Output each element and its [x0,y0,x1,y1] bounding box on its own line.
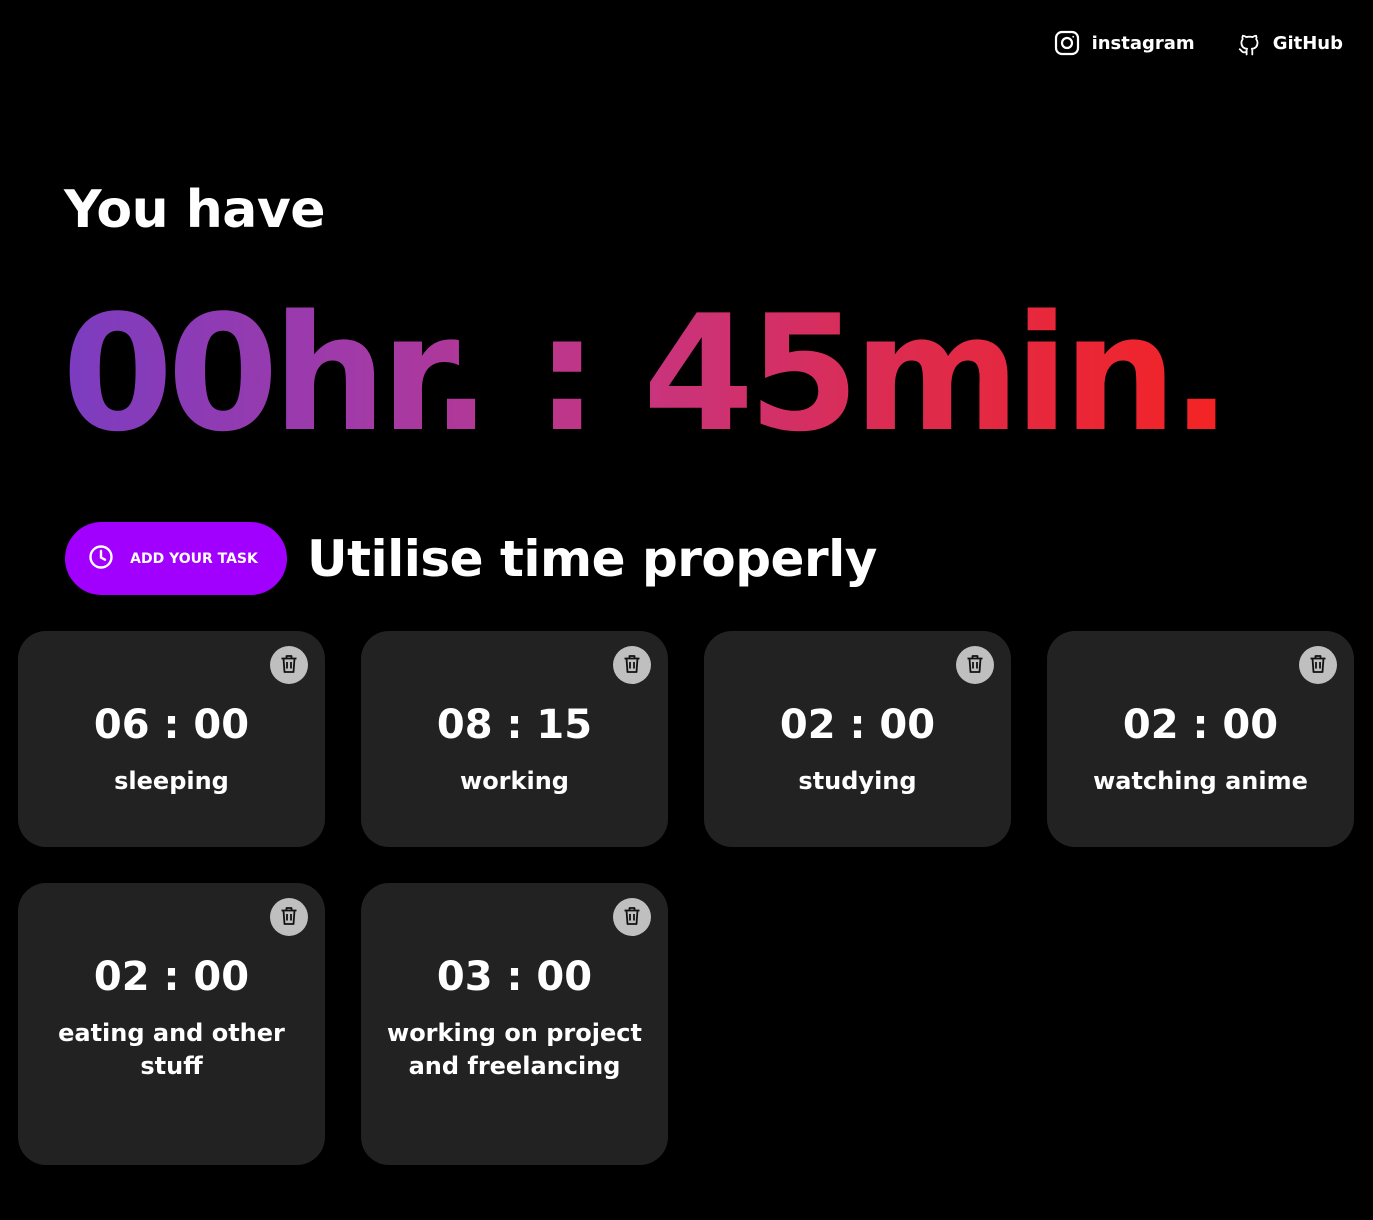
delete-task-button[interactable] [270,898,308,936]
trash-icon [280,906,298,929]
task-card: 02 : 00 studying [704,631,1011,847]
task-name: working on project and freelancing [387,1019,642,1081]
task-card: 06 : 00 sleeping [18,631,325,847]
task-duration: 02 : 00 [779,702,936,748]
trash-icon [966,654,984,677]
task-actions: ADD YOUR TASK Utilise time properly [65,522,877,595]
task-card: 03 : 00 working on project and freelanci… [361,883,668,1165]
instagram-icon [1054,30,1080,56]
delete-task-button[interactable] [613,898,651,936]
top-nav: instagram GitHub [1054,30,1343,56]
trash-icon [280,654,298,677]
task-list: 06 : 00 sleeping 08 : 15 working 02 : 00… [18,631,1358,1165]
trash-icon [1309,654,1327,677]
clock-icon [88,544,114,574]
task-duration: 02 : 00 [1122,702,1279,748]
task-name: working [460,767,569,795]
task-duration: 06 : 00 [93,702,250,748]
delete-task-button[interactable] [613,646,651,684]
add-task-label: ADD YOUR TASK [130,550,258,567]
task-name: sleeping [114,767,229,795]
task-name: studying [798,767,917,795]
task-duration: 03 : 00 [436,954,593,1000]
delete-task-button[interactable] [956,646,994,684]
page: instagram GitHub You have 00hr. : 45min.… [0,0,1373,1220]
task-card: 02 : 00 eating and other stuff [18,883,325,1165]
remaining-time: 00hr. : 45min. [62,280,1232,467]
instagram-link[interactable]: instagram [1054,30,1195,56]
github-link[interactable]: GitHub [1237,30,1343,56]
task-card: 02 : 00 watching anime [1047,631,1354,847]
task-card: 08 : 15 working [361,631,668,847]
task-duration: 08 : 15 [436,702,593,748]
trash-icon [623,654,641,677]
task-name: watching anime [1093,767,1308,795]
add-task-button[interactable]: ADD YOUR TASK [65,522,287,595]
delete-task-button[interactable] [270,646,308,684]
instagram-label: instagram [1091,32,1195,54]
github-label: GitHub [1272,32,1343,54]
intro-heading: You have [64,180,326,240]
task-duration: 02 : 00 [93,954,250,1000]
trash-icon [623,906,641,929]
task-name: eating and other stuff [58,1019,285,1081]
github-icon [1237,30,1261,56]
tagline: Utilise time properly [307,529,877,588]
delete-task-button[interactable] [1299,646,1337,684]
